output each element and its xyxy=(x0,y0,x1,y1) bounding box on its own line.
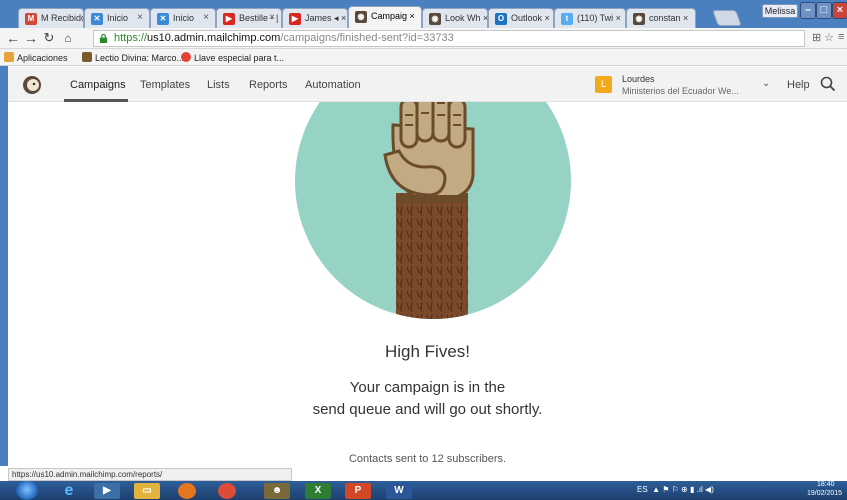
account-name[interactable]: Lourdes xyxy=(622,74,655,84)
bookmark-lectio[interactable]: Lectio Divina: Marco... xyxy=(82,52,184,63)
tab-twitter[interactable]: t (110) Twi × xyxy=(554,8,626,28)
nav-lists[interactable]: Lists xyxy=(207,79,230,91)
lock-icon xyxy=(99,34,108,43)
translate-icon[interactable]: ⊞ xyxy=(812,31,821,44)
tab-campaign[interactable]: ◉ Campaig × xyxy=(348,6,422,28)
llave-icon xyxy=(181,52,191,62)
close-window-button[interactable]: × xyxy=(832,2,847,19)
tab-inicio-1[interactable]: ✕ Inicio × xyxy=(84,8,150,28)
tab-james[interactable]: ▶ James ◂ × xyxy=(282,8,348,28)
close-tab-icon[interactable]: × xyxy=(269,12,275,23)
nav-help[interactable]: Help xyxy=(787,79,810,91)
app-icon[interactable]: ☻ xyxy=(264,483,290,499)
chrome-icon[interactable] xyxy=(218,483,236,499)
bookmark-label: Llave especial para t... xyxy=(194,53,285,63)
apps-grid-icon xyxy=(4,52,14,62)
inicio-icon: ✕ xyxy=(91,13,103,25)
reload-icon[interactable]: ↻ xyxy=(41,30,57,46)
browser-user-chip[interactable]: Melissa xyxy=(762,4,798,18)
page-title: High Fives! xyxy=(384,342,471,361)
twitter-icon: t xyxy=(561,13,573,25)
nav-reports[interactable]: Reports xyxy=(249,79,288,91)
mailchimp-icon: ◉ xyxy=(429,13,441,25)
tab-recibidos[interactable]: M M Recibidos × xyxy=(18,8,84,28)
nav-campaigns[interactable]: Campaigns xyxy=(70,79,126,91)
search-icon[interactable] xyxy=(820,76,836,92)
firefox-icon[interactable] xyxy=(178,483,196,499)
clock-time[interactable]: 18:40 xyxy=(817,481,835,488)
maximize-window-button[interactable]: □ xyxy=(816,2,832,19)
language-indicator[interactable]: ES xyxy=(637,485,648,494)
contacts-sent-text: Contacts sent to 12 subscribers. xyxy=(348,453,507,465)
bookmark-apps[interactable]: Aplicaciones xyxy=(4,52,68,63)
tab-outlook[interactable]: O Outlook × xyxy=(488,8,554,28)
back-icon[interactable]: ← xyxy=(5,30,21,46)
tab-label: constan × xyxy=(649,13,689,23)
file-explorer-icon[interactable]: ▭ xyxy=(134,483,160,499)
url-path: /campaigns/finished-sent?id=33733 xyxy=(280,32,454,44)
home-icon[interactable]: ⌂ xyxy=(60,30,76,46)
menu-icon[interactable]: ≡ xyxy=(838,31,844,43)
tab-label: Inicio xyxy=(173,13,195,23)
outlook-icon: O xyxy=(495,13,507,25)
inicio-icon: ✕ xyxy=(157,13,169,25)
account-org[interactable]: Ministerios del Ecuador We... xyxy=(622,86,739,96)
browser-toolbar: ← → ↻ ⌂ https://us10.admin.mailchimp.com… xyxy=(0,28,847,49)
address-bar[interactable]: https://us10.admin.mailchimp.com/campaig… xyxy=(93,30,805,47)
url-host: us10.admin.mailchimp.com xyxy=(147,32,281,44)
youtube-icon: ▶ xyxy=(223,13,235,25)
tray-icons[interactable]: ▲ ⚑ ⚐ ⊕ ▮ .ıl ◀) xyxy=(650,485,714,494)
windows-taskbar: e ▶ ▭ ☻ X P W ES ▲ ⚑ ⚐ ⊕ ▮ .ıl ◀) xyxy=(0,481,847,500)
confirmation-message-line-1: Your campaign is in the xyxy=(349,379,506,396)
window-left-border xyxy=(0,66,8,466)
mailchimp-icon: ◉ xyxy=(633,13,645,25)
clock-date[interactable]: 19/02/2015 xyxy=(807,490,842,497)
new-tab-button[interactable] xyxy=(712,10,742,26)
url-scheme: https:// xyxy=(114,32,148,44)
close-tab-icon[interactable]: × xyxy=(203,12,209,23)
tab-label: Inicio xyxy=(107,13,129,23)
nav-automation[interactable]: Automation xyxy=(305,79,361,91)
word-icon[interactable]: W xyxy=(386,483,412,499)
tab-bestille[interactable]: ▶ Bestille - | × xyxy=(216,8,282,28)
chevron-down-icon[interactable]: ⌄ xyxy=(762,78,770,89)
tab-label: (110) Twi × xyxy=(577,13,621,23)
powerpoint-icon[interactable]: P xyxy=(345,483,371,499)
account-avatar[interactable]: L xyxy=(595,76,612,93)
tab-label: James ◂ × xyxy=(305,13,347,23)
high-five-illustration xyxy=(295,102,571,319)
bookmark-llave[interactable]: Llave especial para t... xyxy=(181,52,284,63)
lectio-icon xyxy=(82,52,92,62)
forward-icon[interactable]: → xyxy=(23,30,39,46)
media-player-icon[interactable]: ▶ xyxy=(94,483,120,499)
system-tray[interactable]: ES ▲ ⚑ ⚐ ⊕ ▮ .ıl ◀) xyxy=(637,485,714,494)
minimize-window-button[interactable]: – xyxy=(800,2,816,19)
tab-label: Look Wh × xyxy=(445,13,488,23)
tab-label: Campaig × xyxy=(371,11,415,21)
gmail-icon: M xyxy=(25,13,37,25)
tab-look[interactable]: ◉ Look Wh × xyxy=(422,8,488,28)
browser-tab-strip: M M Recibidos × ✕ Inicio × ✕ Inicio × ▶ … xyxy=(0,0,847,28)
tab-inicio-2[interactable]: ✕ Inicio × xyxy=(150,8,216,28)
mailchimp-icon: ◉ xyxy=(355,11,367,23)
close-tab-icon[interactable]: × xyxy=(137,12,143,23)
tab-constan[interactable]: ◉ constan × xyxy=(626,8,696,28)
bookmarks-bar: Aplicaciones Lectio Divina: Marco... Lla… xyxy=(0,49,847,66)
browser-status-bar: https://us10.admin.mailchimp.com/reports… xyxy=(8,468,292,481)
excel-icon[interactable]: X xyxy=(305,483,331,499)
bookmark-label: Lectio Divina: Marco... xyxy=(95,53,185,63)
internet-explorer-icon[interactable]: e xyxy=(56,483,82,499)
tab-label: M Recibidos × xyxy=(41,13,83,23)
bookmark-star-icon[interactable]: ☆ xyxy=(824,31,834,44)
youtube-icon: ▶ xyxy=(289,13,301,25)
main-content: High Fives! Your campaign is in the send… xyxy=(8,102,847,468)
mailchimp-logo-icon[interactable] xyxy=(22,75,42,95)
mailchimp-navbar: Campaigns Templates Lists Reports Automa… xyxy=(8,67,847,102)
windows-start-button[interactable] xyxy=(16,481,38,500)
nav-templates[interactable]: Templates xyxy=(140,79,190,91)
confirmation-message-line-2: send queue and will go out shortly. xyxy=(312,401,543,418)
bookmark-label: Aplicaciones xyxy=(17,53,68,63)
tab-label: Outlook × xyxy=(511,13,550,23)
